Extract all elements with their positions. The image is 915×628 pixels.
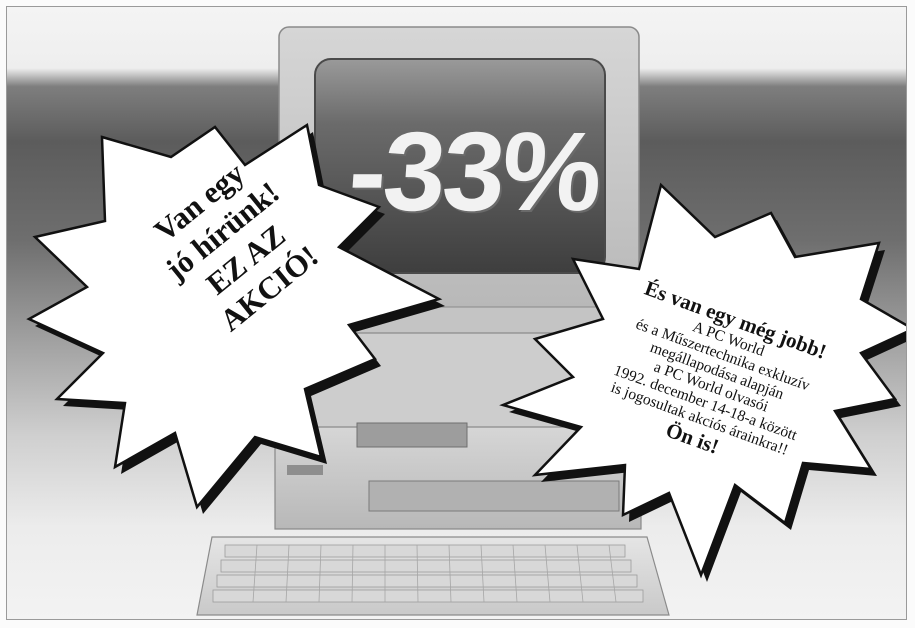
ad-frame: -33% Van egy jó hírünk! EZ AZ AKCIÓ! És … <box>6 6 907 620</box>
drive-bay <box>368 480 620 512</box>
advertisement-page: -33% Van egy jó hírünk! EZ AZ AKCIÓ! És … <box>0 0 915 628</box>
floppy-drive <box>356 422 468 448</box>
power-switch <box>287 465 323 475</box>
